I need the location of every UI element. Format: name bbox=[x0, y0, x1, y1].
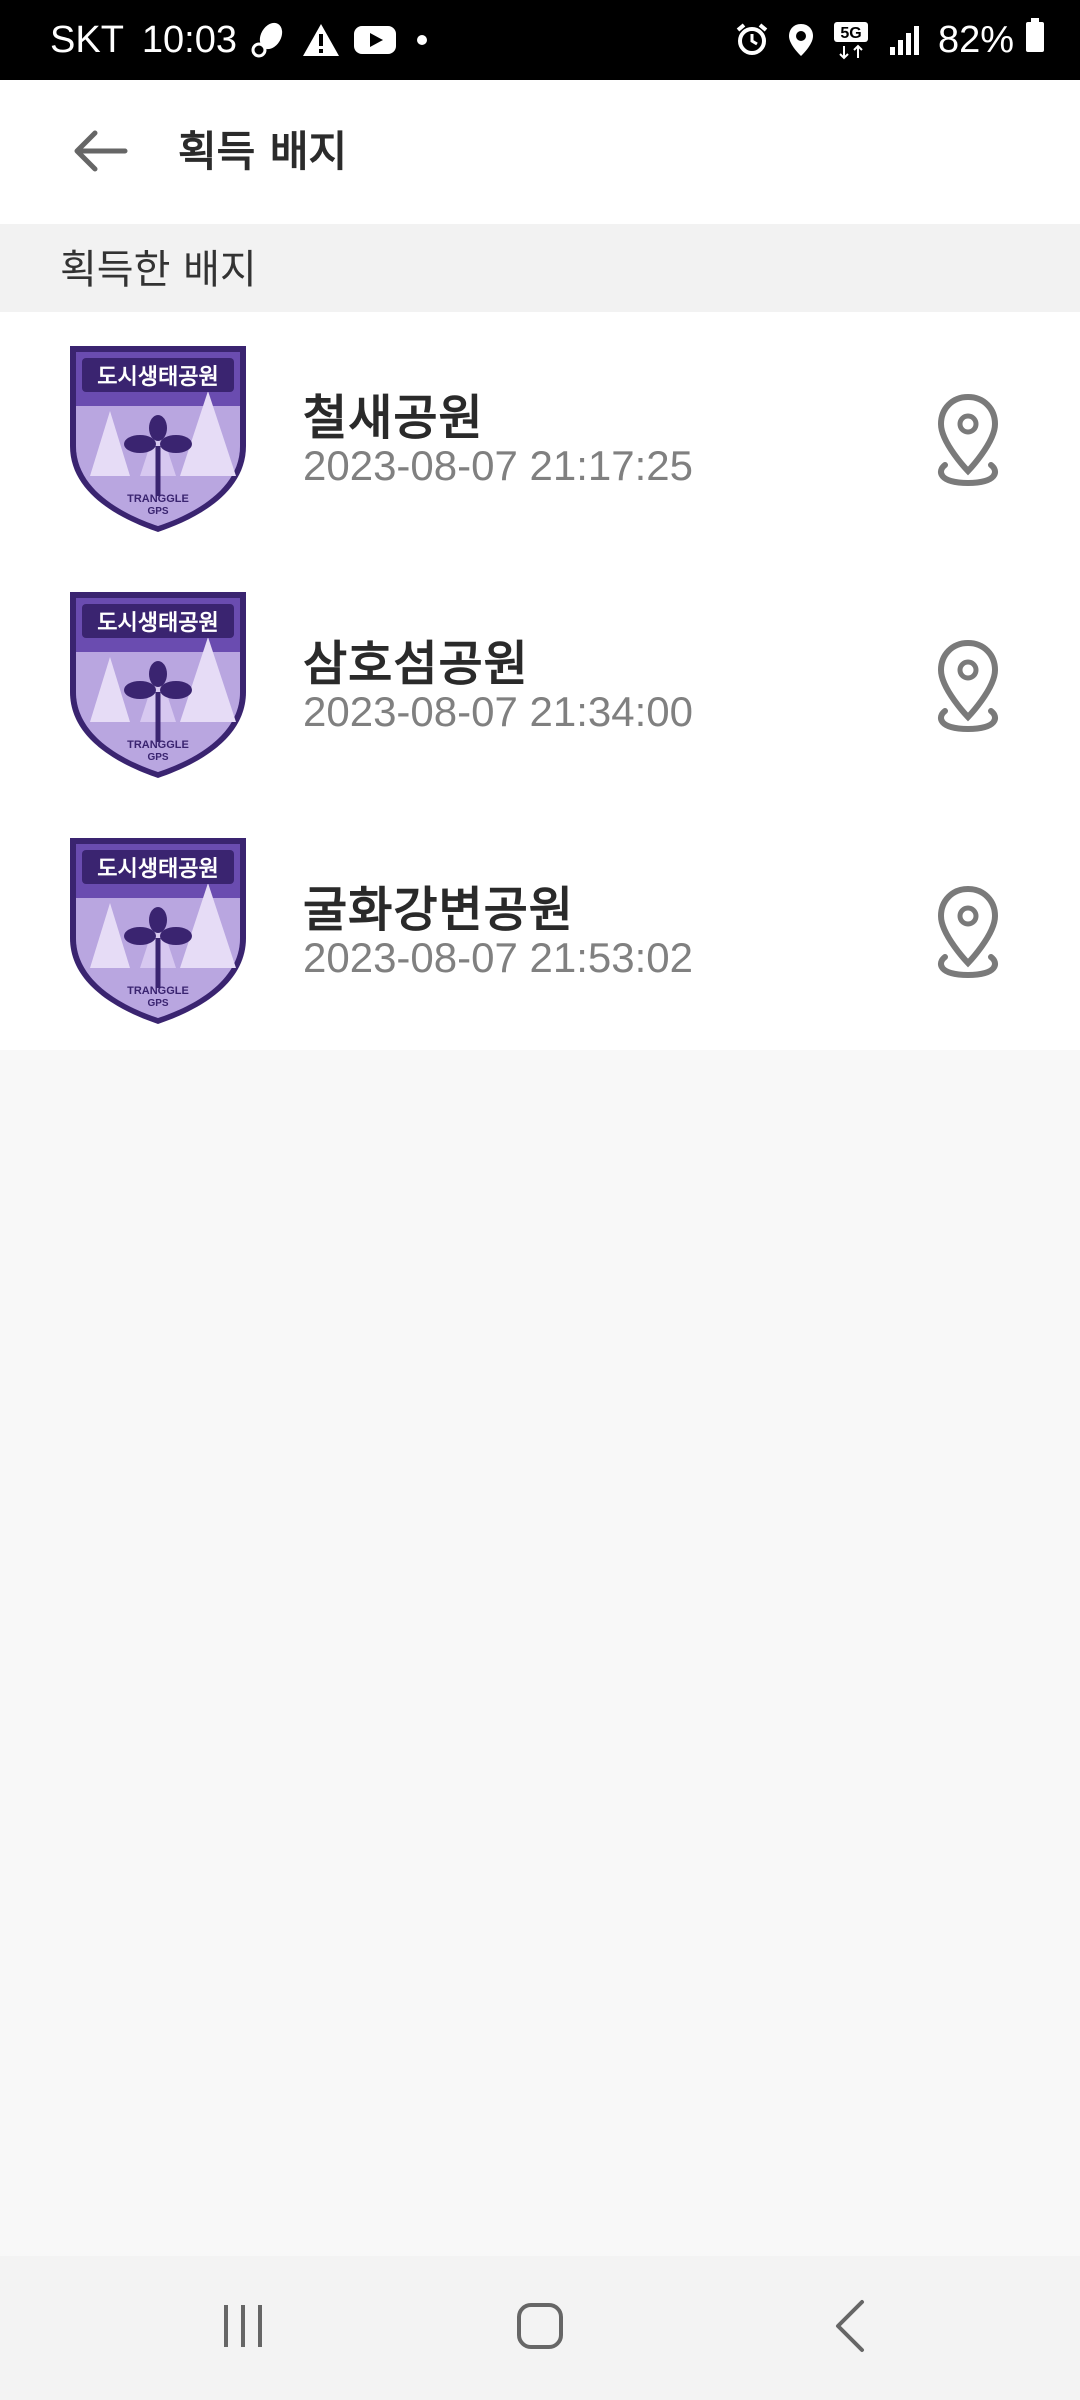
alarm-icon bbox=[734, 22, 770, 58]
location-button[interactable] bbox=[920, 880, 1016, 990]
notification-dot-icon bbox=[409, 30, 435, 50]
badge-name: 삼호섬공원 bbox=[303, 636, 529, 692]
home-icon bbox=[515, 2301, 565, 2355]
svg-text:도시생태공원: 도시생태공원 bbox=[97, 611, 218, 636]
signal-icon bbox=[888, 23, 922, 57]
recents-icon bbox=[218, 2301, 268, 2355]
status-bar: SKT 10:03 5G 82% bbox=[0, 0, 1080, 80]
svg-text:TRANGGLE: TRANGGLE bbox=[127, 985, 189, 997]
battery-percent: 82% bbox=[937, 18, 1014, 61]
walking-app-icon bbox=[249, 20, 289, 60]
warning-icon bbox=[301, 22, 341, 58]
page-title: 획득 배지 bbox=[178, 127, 348, 176]
badge-name: 철새공원 bbox=[303, 390, 484, 446]
badge-list-item[interactable]: 도시생태공원 TRANGGLE GPS 삼호섬공원 2023-08-07 21:… bbox=[0, 558, 1080, 804]
recents-button[interactable] bbox=[183, 2288, 303, 2368]
svg-text:TRANGGLE: TRANGGLE bbox=[127, 493, 189, 505]
svg-text:GPS: GPS bbox=[147, 752, 168, 763]
location-button[interactable] bbox=[920, 388, 1016, 498]
badge-list-item[interactable]: 도시생태공원 TRANGGLE GPS 철새공원 2023-08-07 21:1… bbox=[0, 312, 1080, 558]
badge-date: 2023-08-07 21:34:00 bbox=[303, 688, 693, 735]
svg-text:도시생태공원: 도시생태공원 bbox=[97, 365, 218, 390]
badge-date: 2023-08-07 21:17:25 bbox=[303, 442, 693, 489]
badge-emblem: 도시생태공원 TRANGGLE GPS bbox=[70, 838, 246, 1024]
map-pin-icon bbox=[933, 639, 1003, 739]
badge-date: 2023-08-07 21:53:02 bbox=[303, 934, 693, 981]
badge-emblem: 도시생태공원 TRANGGLE GPS bbox=[70, 346, 246, 532]
badge-emblem: 도시생태공원 TRANGGLE GPS bbox=[70, 592, 246, 778]
home-button[interactable] bbox=[480, 2288, 600, 2368]
svg-text:GPS: GPS bbox=[147, 998, 168, 1009]
system-nav-bar bbox=[0, 2256, 1080, 2400]
location-status-icon bbox=[786, 22, 816, 58]
chevron-left-icon bbox=[830, 2298, 870, 2358]
svg-text:TRANGGLE: TRANGGLE bbox=[127, 739, 189, 751]
youtube-icon bbox=[353, 24, 397, 56]
map-pin-icon bbox=[933, 393, 1003, 493]
svg-text:GPS: GPS bbox=[147, 506, 168, 517]
map-pin-icon bbox=[933, 885, 1003, 985]
badge-name: 굴화강변공원 bbox=[303, 882, 574, 938]
network-5g-icon: 5G bbox=[832, 20, 872, 60]
svg-text:도시생태공원: 도시생태공원 bbox=[97, 857, 218, 882]
clock: 10:03 bbox=[141, 18, 237, 61]
arrow-left-icon bbox=[71, 129, 129, 177]
system-back-button[interactable] bbox=[790, 2288, 910, 2368]
battery-icon bbox=[1024, 17, 1046, 63]
app-bar: 획득 배지 bbox=[0, 80, 1080, 224]
badge-list-item[interactable]: 도시생태공원 TRANGGLE GPS 굴화강변공원 2023-08-07 21… bbox=[0, 804, 1080, 1050]
svg-text:5G: 5G bbox=[840, 25, 861, 42]
section-header: 획득한 배지 bbox=[0, 224, 1080, 312]
section-title: 획득한 배지 bbox=[60, 247, 257, 293]
carrier-label: SKT bbox=[50, 18, 124, 61]
location-button[interactable] bbox=[920, 634, 1016, 744]
badge-list: 도시생태공원 TRANGGLE GPS 철새공원 2023-08-07 21:1… bbox=[0, 312, 1080, 1050]
back-button[interactable] bbox=[60, 118, 140, 188]
